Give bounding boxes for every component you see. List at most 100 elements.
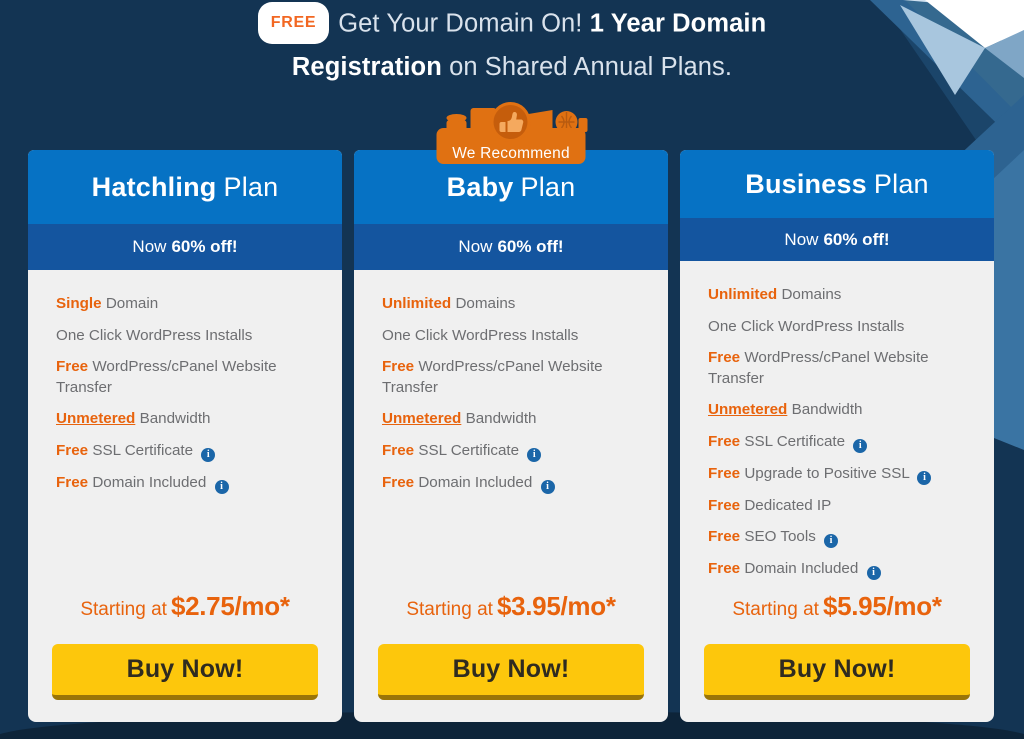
feature-text: Domain Included xyxy=(92,473,207,491)
plan-feature-list: Single Domain One Click WordPress Install… xyxy=(28,270,342,591)
feature-highlight: Unlimited xyxy=(708,286,778,303)
feature-highlight: Free xyxy=(708,349,741,366)
feature-highlight: Unlimited xyxy=(382,295,452,312)
feature-highlight: Unmetered xyxy=(708,401,788,418)
feature-text: SEO Tools xyxy=(744,528,816,545)
feature-item: Free WordPress/cPanel Website Transfer xyxy=(56,357,315,398)
plan-discount-band: Now 60% off! xyxy=(28,224,342,270)
promo-line-1-plain: Get Your Domain On! xyxy=(338,9,583,38)
discount-prefix: Now xyxy=(132,237,167,256)
info-icon[interactable]: i xyxy=(824,534,839,548)
discount-prefix: Now xyxy=(784,229,819,249)
info-icon[interactable]: i xyxy=(201,447,216,462)
free-badge: FREE xyxy=(257,2,330,44)
feature-text: WordPress/cPanel Website Transfer xyxy=(56,358,277,396)
feature-item: Unmetered Bandwidth xyxy=(382,409,641,430)
plan-name: Hatchling xyxy=(91,171,217,202)
feature-highlight: Free xyxy=(56,358,89,375)
buy-button-wrapper: Buy Now! xyxy=(354,628,668,722)
feature-text: Domain Included xyxy=(744,560,859,577)
discount-value: 60% off! xyxy=(497,237,564,256)
price-prefix: Starting at xyxy=(80,599,167,620)
price-prefix: Starting at xyxy=(406,599,493,620)
feature-highlight: Unmetered xyxy=(382,410,462,427)
feature-text: One Click WordPress Installs xyxy=(708,317,905,335)
feature-text: Dedicated IP xyxy=(744,496,832,514)
buy-button-wrapper: Buy Now! xyxy=(28,628,342,722)
feature-text: Upgrade to Positive SSL xyxy=(744,464,910,482)
buy-now-button[interactable]: Buy Now! xyxy=(52,644,318,700)
feature-highlight: Free xyxy=(708,432,741,450)
feature-highlight: Free xyxy=(708,528,741,545)
price-amount: $5.95/mo* xyxy=(822,591,942,621)
plan-feature-list: Unlimited Domains One Click WordPress Ins… xyxy=(354,270,668,591)
discount-value: 60% off! xyxy=(171,237,238,256)
plan-discount-band: Now 60% off! xyxy=(354,224,668,270)
feature-highlight: Free xyxy=(56,473,89,491)
we-recommend-badge: We Recommend xyxy=(433,98,590,168)
plan-card-baby: We Recommend Baby Plan Now 60% off! Unlimi… xyxy=(354,102,668,722)
plan-card-business: Business Plan Now 60% off! Unlimited Domai… xyxy=(680,150,994,722)
we-recommend-label: We Recommend xyxy=(452,145,570,162)
info-icon[interactable]: i xyxy=(214,479,229,494)
buy-now-button[interactable]: Buy Now! xyxy=(704,644,970,700)
buy-button-wrapper: Buy Now! xyxy=(680,628,994,722)
feature-text: Domains xyxy=(781,286,842,303)
feature-text: Domain Included xyxy=(418,473,533,491)
feature-text: Domain xyxy=(105,295,159,312)
plan-feature-list: Unlimited Domains One Click WordPress Ins… xyxy=(680,261,994,591)
feature-item: Free SEO Tools i xyxy=(708,527,967,548)
plan-price-row: Starting at $3.95/mo* xyxy=(354,591,668,628)
price-amount: $3.95/mo* xyxy=(496,591,616,621)
feature-item: Free SSL Certificate i xyxy=(708,432,967,453)
feature-item: One Click WordPress Installs xyxy=(708,317,967,338)
feature-text: One Click WordPress Installs xyxy=(56,326,253,344)
promo-line-1: FREE Get Your Domain On! 1 Year Domain xyxy=(0,2,1024,46)
plan-word: Plan xyxy=(873,168,929,199)
discount-value: 60% off! xyxy=(823,229,890,249)
feature-item: Free Domain Included i xyxy=(382,473,641,494)
promo-banner: FREE Get Your Domain On! 1 Year Domain Re… xyxy=(0,0,1024,84)
feature-text: Domains xyxy=(455,295,516,312)
feature-item: Unlimited Domains xyxy=(382,294,641,315)
plan-card-hatchling: Hatchling Plan Now 60% off! Single Domain O… xyxy=(28,150,342,722)
info-icon[interactable]: i xyxy=(540,479,555,494)
info-icon[interactable]: i xyxy=(917,470,932,485)
price-amount: $2.75/mo* xyxy=(170,591,290,621)
promo-line-2-strong: Registration xyxy=(291,53,442,81)
feature-item: Free WordPress/cPanel Website Transfer xyxy=(708,348,967,389)
feature-item: One Click WordPress Installs xyxy=(56,326,315,347)
feature-highlight: Free xyxy=(56,441,89,459)
feature-item: Free Domain Included i xyxy=(56,473,315,494)
feature-item: Unmetered Bandwidth xyxy=(56,409,315,430)
buy-now-button[interactable]: Buy Now! xyxy=(378,644,644,700)
pricing-cards: Hatchling Plan Now 60% off! Single Domain O… xyxy=(28,102,996,722)
feature-item: Unlimited Domains xyxy=(708,285,967,306)
info-icon[interactable]: i xyxy=(853,438,868,453)
feature-text: Bandwidth xyxy=(465,410,537,427)
feature-text: WordPress/cPanel Website Transfer xyxy=(382,358,603,396)
feature-highlight: Free xyxy=(708,496,741,514)
feature-item: Free Domain Included i xyxy=(708,559,967,580)
feature-text: WordPress/cPanel Website Transfer xyxy=(708,349,929,387)
plan-word: Plan xyxy=(223,171,279,202)
info-icon[interactable]: i xyxy=(866,566,881,580)
plan-name: Baby xyxy=(446,171,514,202)
feature-text: Bandwidth xyxy=(791,401,863,418)
info-icon[interactable]: i xyxy=(527,447,542,462)
feature-highlight: Free xyxy=(382,358,415,375)
feature-item: Free WordPress/cPanel Website Transfer xyxy=(382,357,641,398)
feature-text: One Click WordPress Installs xyxy=(382,326,579,344)
promo-line-2-plain: on Shared Annual Plans. xyxy=(449,53,733,81)
plan-price-row: Starting at $2.75/mo* xyxy=(28,591,342,628)
feature-item: Unmetered Bandwidth xyxy=(708,400,967,421)
plan-price-row: Starting at $5.95/mo* xyxy=(680,591,994,628)
plan-word: Plan xyxy=(520,171,576,202)
feature-text: SSL Certificate xyxy=(744,432,846,450)
plan-header: Business Plan xyxy=(680,150,994,219)
plan-name: Business xyxy=(745,168,867,199)
promo-line-2: Registration on Shared Annual Plans. xyxy=(0,51,1024,84)
feature-highlight: Free xyxy=(382,441,415,459)
feature-item: One Click WordPress Installs xyxy=(382,326,641,347)
discount-prefix: Now xyxy=(458,237,493,256)
